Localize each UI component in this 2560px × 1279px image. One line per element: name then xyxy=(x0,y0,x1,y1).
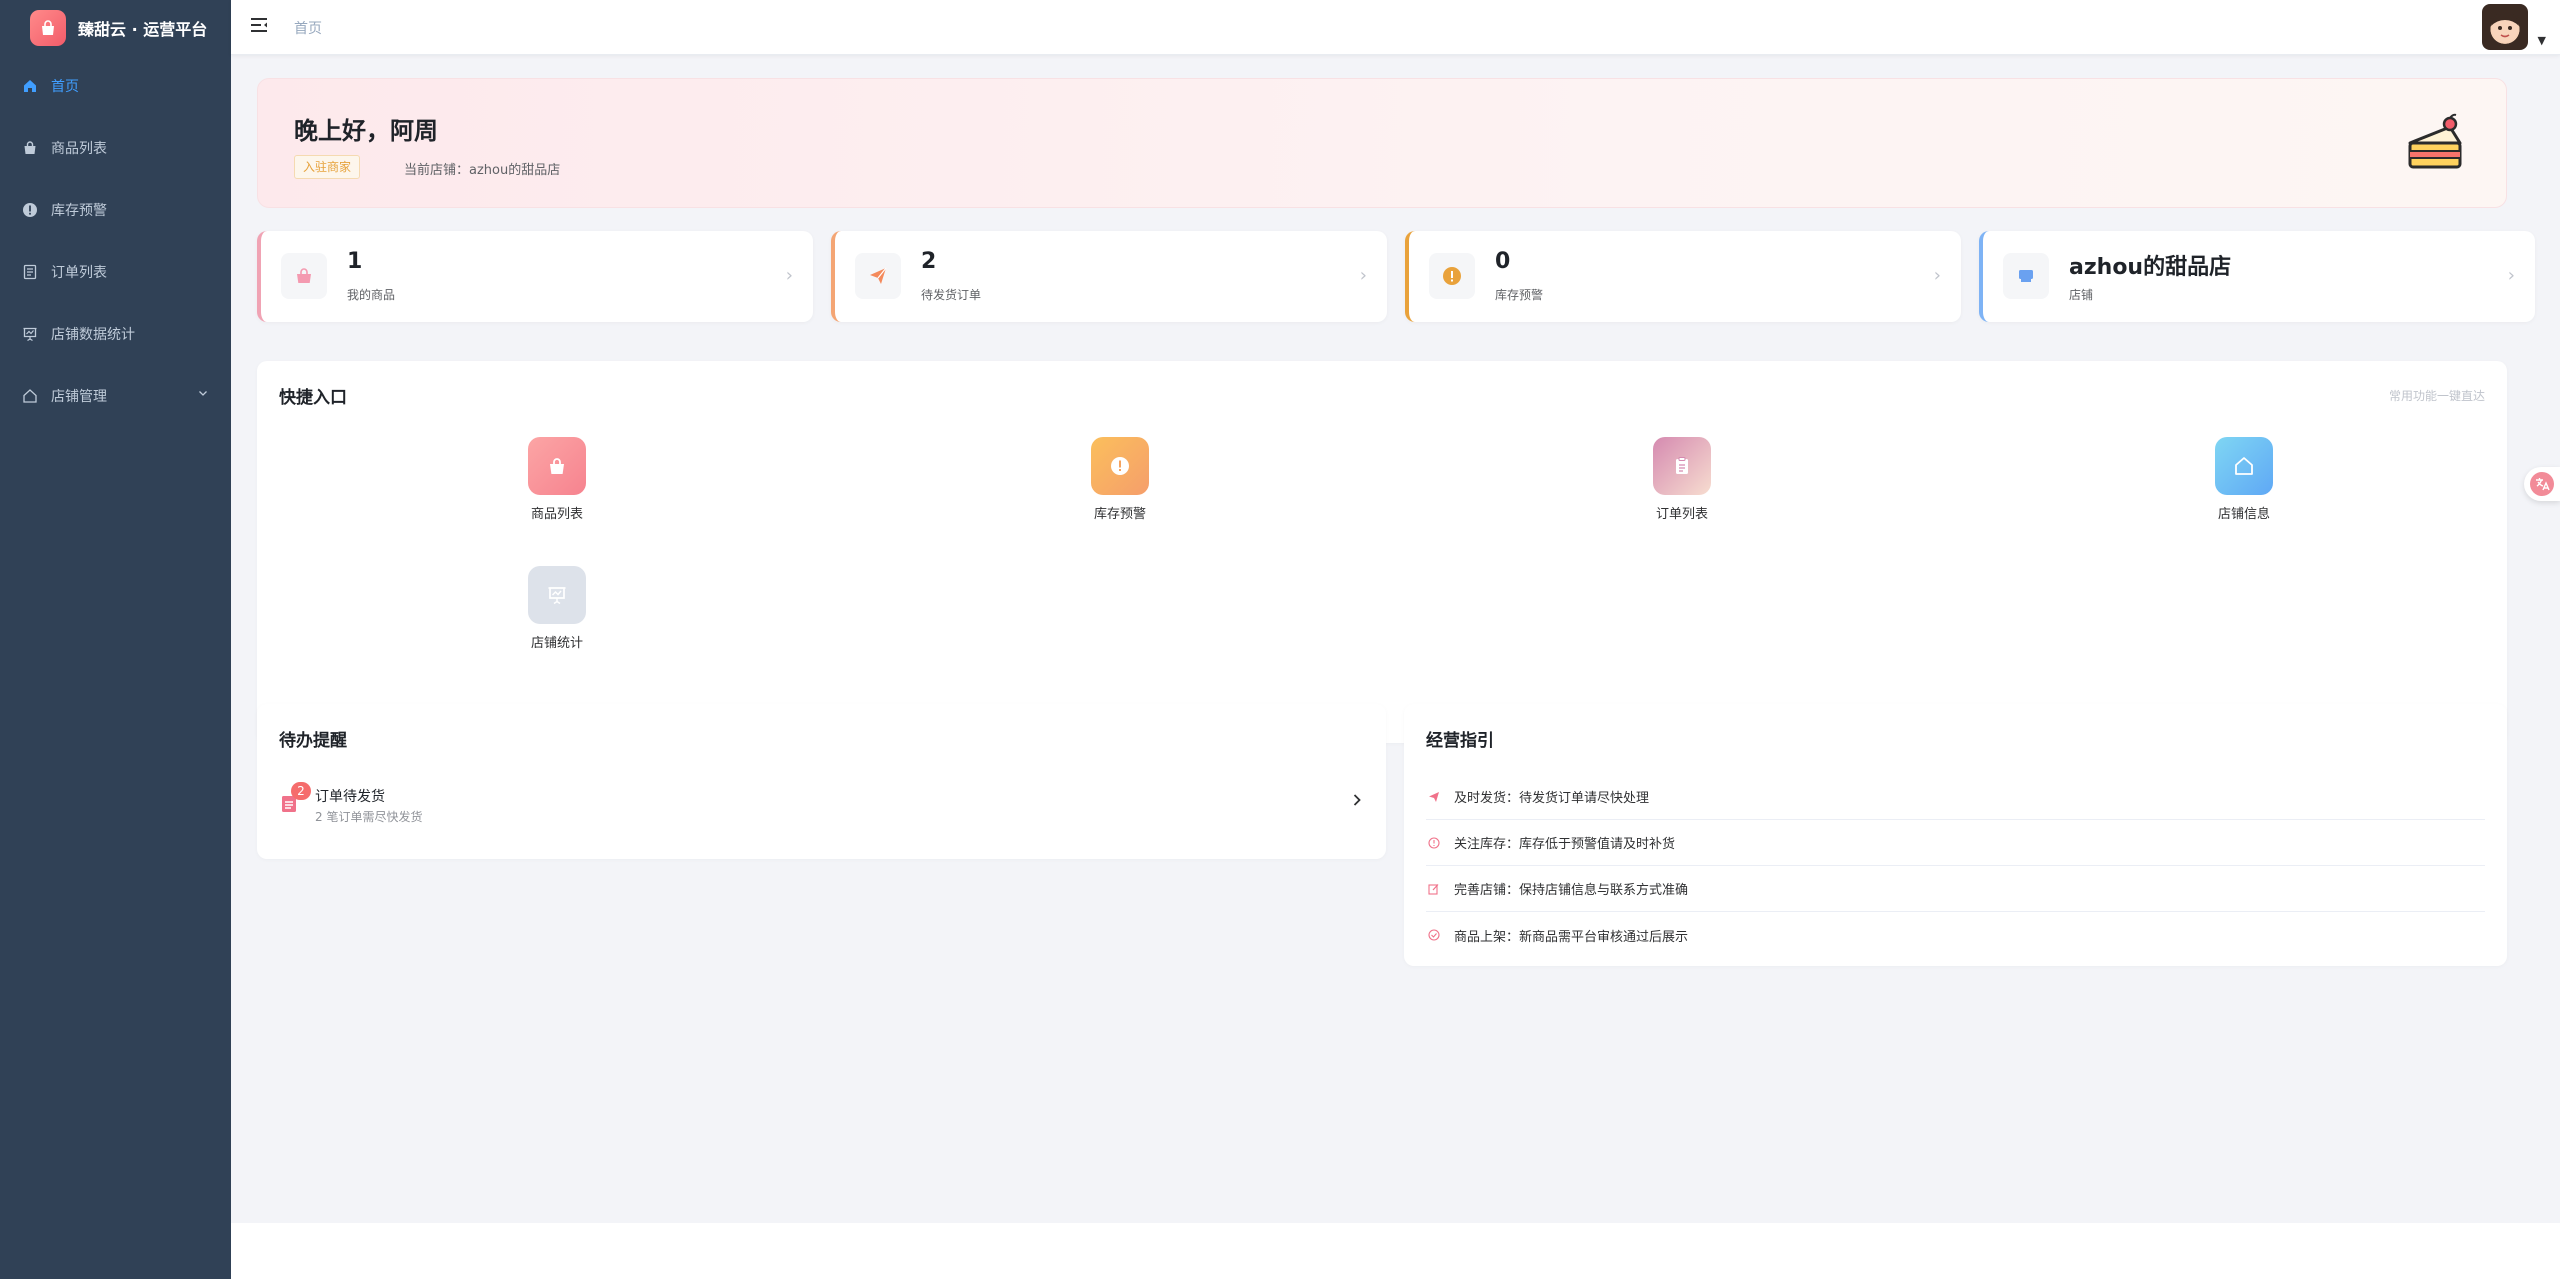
quick-item-label: 店铺信息 xyxy=(2217,507,2270,522)
stat-value: 0 xyxy=(1495,249,1511,274)
quick-item-store-stats[interactable]: 店铺统计 xyxy=(497,566,617,651)
sidebar-item-products[interactable]: 商品列表 xyxy=(0,117,231,179)
send-icon xyxy=(1426,789,1442,805)
shopping-bag-icon xyxy=(528,437,586,495)
clipboard-icon xyxy=(1653,437,1711,495)
merchant-tag: 入驻商家 xyxy=(294,155,361,179)
panel-title: 经营指引 xyxy=(1426,731,1494,751)
quick-item-label: 订单列表 xyxy=(1655,507,1708,522)
footer-area xyxy=(231,1223,2560,1279)
panel-title: 快捷入口 xyxy=(279,388,347,408)
sidebar-item-store-management[interactable]: 店铺管理 xyxy=(0,365,231,427)
stat-card-stock-alert[interactable]: 0 库存预警 › xyxy=(1405,231,1961,322)
stat-label: 我的商品 xyxy=(347,288,396,302)
house-icon xyxy=(21,387,39,405)
warning-icon xyxy=(1429,253,1475,299)
shop-icon xyxy=(2003,253,2049,299)
stat-value: 1 xyxy=(347,249,363,274)
avatar[interactable] xyxy=(2482,4,2528,50)
sidebar-item-label: 商品列表 xyxy=(51,141,107,157)
check-circle-icon xyxy=(1426,927,1442,943)
todo-count-badge: 2 xyxy=(291,782,311,800)
guide-text: 关注库存：库存低于预警值请及时补货 xyxy=(1454,837,1676,852)
sidebar-item-label: 库存预警 xyxy=(51,203,107,219)
chevron-right-icon: › xyxy=(1933,265,1941,286)
chevron-right-icon: › xyxy=(785,265,793,286)
todo-subtitle: 2 笔订单需尽快发货 xyxy=(315,810,423,824)
guide-item: 商品上架：新商品需平台审核通过后展示 xyxy=(1426,912,2485,958)
sidebar-item-store-stats[interactable]: 店铺数据统计 xyxy=(0,303,231,365)
quick-item-label: 库存预警 xyxy=(1093,507,1146,522)
guide-text: 及时发货：待发货订单请尽快处理 xyxy=(1454,791,1650,806)
shopping-bag-icon xyxy=(281,253,327,299)
greeting-banner: 晚上好，阿周 入驻商家 当前店铺：azhou的甜品店 xyxy=(257,78,2507,208)
guide-panel: 经营指引 及时发货：待发货订单请尽快处理 关注库存：库存低于预警值请及时补货 完… xyxy=(1404,704,2507,966)
guide-item: 完善店铺：保持店铺信息与联系方式准确 xyxy=(1426,866,2485,912)
todo-item-pending-shipment[interactable]: 2 订单待发货 2 笔订单需尽快发货 xyxy=(279,782,1364,826)
send-icon xyxy=(855,253,901,299)
guide-item: 及时发货：待发货订单请尽快处理 xyxy=(1426,774,2485,820)
sidebar-item-label: 店铺管理 xyxy=(51,389,107,405)
panel-hint: 常用功能一键直达 xyxy=(2388,389,2485,403)
warning-outline-icon xyxy=(1426,835,1442,851)
sidebar: 臻甜云 · 运营平台 首页 商品列表 库存预警 订单列表 店铺数据统计 店铺管理 xyxy=(0,0,231,1279)
quick-item-store-info[interactable]: 店铺信息 xyxy=(2184,437,2304,522)
panel-title: 待办提醒 xyxy=(279,731,347,751)
warning-icon xyxy=(1091,437,1149,495)
guide-item: 关注库存：库存低于预警值请及时补货 xyxy=(1426,820,2485,866)
menu-toggle-icon[interactable] xyxy=(249,15,271,37)
todo-panel: 待办提醒 2 订单待发货 2 笔订单需尽快发货 xyxy=(257,704,1386,859)
store-logo-icon xyxy=(30,9,66,46)
house-icon xyxy=(2215,437,2273,495)
chevron-right-icon: › xyxy=(2507,265,2515,286)
chevron-right-icon xyxy=(1350,792,1364,811)
quick-item-products[interactable]: 商品列表 xyxy=(497,437,617,522)
stat-card-store[interactable]: azhou的甜品店 店铺 › xyxy=(1979,231,2535,322)
guide-text: 商品上架：新商品需平台审核通过后展示 xyxy=(1454,929,1689,945)
greeting-title: 晚上好，阿周 xyxy=(294,117,438,145)
sidebar-item-orders[interactable]: 订单列表 xyxy=(0,241,231,303)
shopping-bag-icon xyxy=(21,139,39,157)
sidebar-item-label: 店铺数据统计 xyxy=(51,327,135,343)
stat-value: 2 xyxy=(921,249,937,274)
quick-item-stock-alert[interactable]: 库存预警 xyxy=(1060,437,1180,522)
guide-text: 完善店铺：保持店铺信息与联系方式准确 xyxy=(1454,883,1689,898)
current-store: 当前店铺：azhou的甜品店 xyxy=(404,163,561,178)
stat-value: azhou的甜品店 xyxy=(2069,255,2232,280)
quick-item-orders[interactable]: 订单列表 xyxy=(1622,437,1742,522)
translate-icon[interactable] xyxy=(2524,467,2560,501)
stat-card-products[interactable]: 1 我的商品 › xyxy=(257,231,813,322)
chart-board-icon xyxy=(528,566,586,624)
cake-icon xyxy=(2404,113,2466,175)
stat-card-pending-orders[interactable]: 2 待发货订单 › xyxy=(831,231,1387,322)
stat-label: 店铺 xyxy=(2069,288,2094,302)
sidebar-item-home[interactable]: 首页 xyxy=(0,55,231,117)
document-icon xyxy=(21,263,39,281)
quick-entry-panel: 快捷入口 常用功能一键直达 商品列表 库存预警 订单列表 店铺信息 店铺统计 xyxy=(257,361,2507,743)
stat-label: 待发货订单 xyxy=(921,288,982,302)
main-content: 晚上好，阿周 入驻商家 当前店铺：azhou的甜品店 1 我的商品 › 2 待发… xyxy=(231,56,2560,1223)
warning-icon xyxy=(21,201,39,219)
home-icon xyxy=(21,77,39,95)
caret-down-icon[interactable]: ▼ xyxy=(2538,34,2546,47)
app-title: 臻甜云 · 运营平台 xyxy=(78,19,208,39)
sidebar-item-label: 首页 xyxy=(51,79,79,95)
stat-label: 库存预警 xyxy=(1495,288,1544,302)
todo-title: 订单待发货 xyxy=(315,789,385,805)
chevron-right-icon: › xyxy=(1359,265,1367,286)
breadcrumb[interactable]: 首页 xyxy=(294,18,322,38)
app-logo[interactable]: 臻甜云 · 运营平台 xyxy=(0,0,231,55)
chart-board-icon xyxy=(21,325,39,343)
chevron-down-icon xyxy=(197,387,209,403)
quick-item-label: 店铺统计 xyxy=(530,636,583,651)
sidebar-item-label: 订单列表 xyxy=(51,265,107,281)
quick-item-label: 商品列表 xyxy=(530,507,583,522)
sidebar-item-stock-alert[interactable]: 库存预警 xyxy=(0,179,231,241)
top-header: 首页 ▼ xyxy=(231,0,2560,55)
edit-icon xyxy=(1426,881,1442,897)
